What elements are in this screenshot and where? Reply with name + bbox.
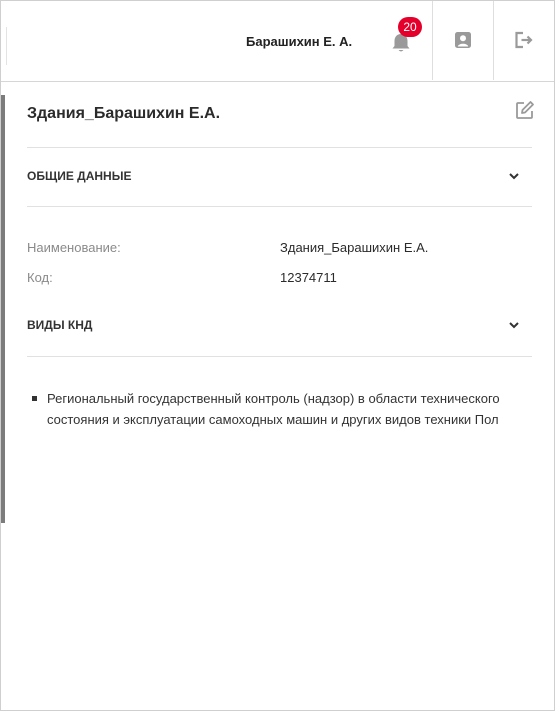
divider: [27, 356, 532, 357]
section-general-label: ОБЩИЕ ДАННЫЕ: [27, 169, 132, 183]
list-item: Региональный государственный контроль (н…: [27, 388, 537, 430]
section-knd-label: ВИДЫ КНД: [27, 318, 93, 332]
knd-list: Региональный государственный контроль (н…: [27, 388, 537, 430]
logout-button[interactable]: [494, 1, 554, 80]
notification-count-badge: 20: [398, 17, 422, 37]
section-knd-header[interactable]: ВИДЫ КНД: [27, 313, 532, 337]
list-bullet: [32, 396, 37, 401]
edit-button[interactable]: [515, 100, 535, 120]
logout-icon: [515, 31, 533, 48]
header-left-edge: [1, 27, 7, 65]
field-label-name: Наименование:: [27, 240, 121, 255]
section-general-header[interactable]: ОБЩИЕ ДАННЫЕ: [27, 164, 532, 188]
divider: [27, 147, 532, 148]
knd-item-text: Региональный государственный контроль (н…: [47, 391, 500, 427]
scrollbar[interactable]: [1, 95, 5, 523]
chevron-down-icon: [509, 173, 519, 180]
profile-button[interactable]: [433, 1, 493, 80]
chevron-down-icon: [509, 322, 519, 329]
field-value-name: Здания_Барашихин Е.А.: [280, 240, 429, 255]
field-label-code: Код:: [27, 270, 53, 285]
user-card-icon: [455, 31, 471, 48]
edit-icon: [516, 101, 534, 119]
divider: [27, 206, 532, 207]
field-value-code: 12374711: [280, 270, 337, 285]
page-title: Здания_Барашихин Е.А.: [27, 105, 221, 122]
user-name[interactable]: Барашихин Е. А.: [246, 34, 352, 49]
